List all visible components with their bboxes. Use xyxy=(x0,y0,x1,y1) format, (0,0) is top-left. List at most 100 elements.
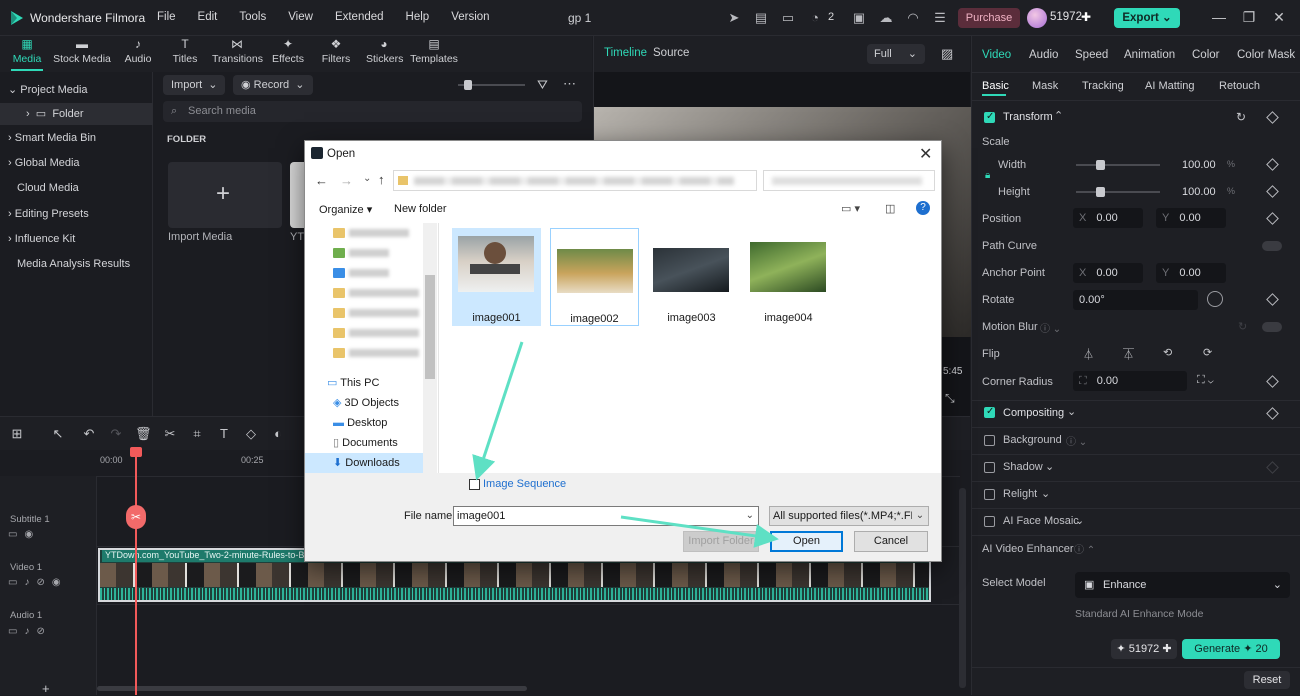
tab-audio[interactable]: ♪ Audio xyxy=(123,38,153,66)
tab-speed[interactable]: Speed xyxy=(1075,49,1108,61)
generate-button[interactable]: Generate ✦ 20 xyxy=(1182,639,1280,659)
height-slider[interactable] xyxy=(1076,187,1160,197)
menu-help[interactable]: Help xyxy=(406,11,430,23)
tab-color[interactable]: Color xyxy=(1192,49,1219,61)
keyframe-icon[interactable] xyxy=(1266,158,1279,171)
tree-item-folder[interactable]: › ▭ Folder xyxy=(0,103,153,125)
avatar[interactable] xyxy=(1027,8,1047,28)
view-options-icon[interactable]: ▭ ▾ xyxy=(841,202,860,215)
motion-blur-toggle[interactable] xyxy=(1262,322,1282,332)
nav-item-documents[interactable]: ▯ Documents xyxy=(305,433,423,453)
tree-item-cloud-media[interactable]: Cloud Media xyxy=(0,177,153,199)
cut-icon[interactable]: ✂ xyxy=(162,426,178,442)
tab-titles[interactable]: T Titles xyxy=(170,38,200,66)
tab-source[interactable]: Source xyxy=(653,47,689,59)
anchor-x-field[interactable]: X 0.00 xyxy=(1073,263,1143,283)
fullscreen-icon[interactable]: ⤡ xyxy=(945,391,955,406)
slider-knob[interactable] xyxy=(1096,187,1105,197)
background-checkbox[interactable] xyxy=(984,435,995,446)
image-sequence-label[interactable]: Image Sequence xyxy=(483,478,566,490)
keyframe-icon[interactable] xyxy=(1266,111,1279,124)
nav-item-redacted[interactable] xyxy=(305,223,423,243)
help-icon[interactable]: ⓘ ⌄ xyxy=(1066,433,1087,448)
address-bar[interactable] xyxy=(393,170,757,191)
keyframe-icon[interactable] xyxy=(1266,407,1279,420)
keyframe-icon[interactable] xyxy=(1266,293,1279,306)
relight-checkbox[interactable] xyxy=(984,489,995,500)
save-icon[interactable]: ▣ xyxy=(851,10,867,26)
cancel-button[interactable]: Cancel xyxy=(854,531,928,552)
rotate-dial-icon[interactable] xyxy=(1207,291,1223,307)
layout-icon[interactable]: ▭ xyxy=(780,10,796,26)
subtab-tracking[interactable]: Tracking xyxy=(1082,80,1124,92)
model-select[interactable]: ▣ Enhance ⌄ xyxy=(1075,572,1290,598)
up-icon[interactable]: ↑ xyxy=(378,172,385,187)
file-name-input[interactable]: image001 ⌄ xyxy=(453,506,759,526)
nav-item-redacted[interactable] xyxy=(305,323,423,343)
shape-icon[interactable]: ◇ xyxy=(243,426,259,442)
keyframe-icon[interactable] xyxy=(1266,212,1279,225)
transform-checkbox[interactable] xyxy=(984,111,995,123)
path-curve-toggle[interactable] xyxy=(1262,241,1282,251)
zoom-select[interactable]: Full ⌄ xyxy=(867,44,925,64)
maximize-icon[interactable]: ❐ xyxy=(1241,9,1257,25)
help-icon[interactable]: ⓘ ⌃ xyxy=(1074,541,1095,556)
subtab-mask[interactable]: Mask xyxy=(1032,80,1058,92)
link-icon[interactable]: 🔒︎ xyxy=(985,170,990,181)
tab-animation[interactable]: Animation xyxy=(1124,49,1175,61)
undo-icon[interactable]: ↶ xyxy=(81,426,97,442)
height-value[interactable]: 100.00 xyxy=(1182,186,1216,198)
menu-view[interactable]: View xyxy=(288,11,313,23)
nav-item-redacted[interactable] xyxy=(305,243,423,263)
add-credits-icon[interactable]: ✚ xyxy=(1081,10,1091,24)
minimize-icon[interactable]: — xyxy=(1211,9,1227,25)
tab-templates[interactable]: ▤ Templates xyxy=(410,38,458,66)
filter-icon[interactable]: ⛛ xyxy=(537,77,548,93)
tree-item-editing-presets[interactable]: › Editing Presets xyxy=(0,203,153,225)
tab-effects[interactable]: ✦ Effects xyxy=(272,38,304,66)
help-icon[interactable]: ? xyxy=(916,201,930,215)
history-icon[interactable]: ◔ xyxy=(807,10,823,26)
split-marker-icon[interactable]: ✂ xyxy=(126,505,146,529)
slider-knob[interactable] xyxy=(1096,160,1105,170)
crop-icon[interactable]: ⌗ xyxy=(189,426,205,442)
track-controls[interactable]: ▭◉ xyxy=(8,529,40,540)
send-icon[interactable]: ➤ xyxy=(726,10,742,26)
organize-button[interactable]: Organize ▾ xyxy=(319,203,372,216)
tree-item-media-analysis[interactable]: Media Analysis Results xyxy=(0,253,153,275)
nav-item-downloads[interactable]: ⬇ Downloads xyxy=(305,453,423,473)
select-tool-icon[interactable]: ↖ xyxy=(50,426,66,442)
tree-item-smart-media-bin[interactable]: › Smart Media Bin xyxy=(0,127,153,149)
slider-knob[interactable] xyxy=(464,80,472,90)
search-input[interactable]: ⌕ Search media xyxy=(163,101,582,122)
tree-item-influence-kit[interactable]: › Influence Kit xyxy=(0,228,153,250)
nav-scrollbar-thumb[interactable] xyxy=(425,275,435,379)
chevron-down-icon[interactable]: ⌄ xyxy=(1045,460,1054,473)
track-controls[interactable]: ▭♪⊘ xyxy=(8,626,52,637)
shadow-checkbox[interactable] xyxy=(984,462,995,473)
tree-item-global-media[interactable]: › Global Media xyxy=(0,152,153,174)
rotate-field[interactable]: 0.00° xyxy=(1073,290,1198,310)
file-type-select[interactable]: All supported files(*.MP4;*.FLV;* ⌄ xyxy=(769,506,929,526)
file-item-image002[interactable]: image002 xyxy=(550,228,639,326)
flip-vertical-icon[interactable]: ⏄ xyxy=(1123,346,1134,362)
menu-edit[interactable]: Edit xyxy=(198,11,218,23)
file-item-image003[interactable]: image003 xyxy=(647,228,736,326)
keyframe-icon[interactable] xyxy=(1266,375,1279,388)
text-icon[interactable]: T xyxy=(216,426,232,442)
tree-item-project-media[interactable]: ⌄ Project Media xyxy=(0,79,153,101)
reset-button[interactable]: Reset xyxy=(1244,671,1290,689)
tab-transitions[interactable]: ⋈ Transitions xyxy=(212,38,263,66)
help-icon[interactable]: ⓘ ⌄ xyxy=(1040,320,1061,335)
tab-video[interactable]: Video xyxy=(982,49,1011,61)
snapshot-icon[interactable]: ▨ xyxy=(941,46,953,62)
menu-extended[interactable]: Extended xyxy=(335,11,384,23)
grid-icon[interactable]: ⊞ xyxy=(9,426,25,442)
corner-radius-field[interactable]: ⛶ 0.00 xyxy=(1073,371,1187,391)
chevron-down-icon[interactable]: ⌄ xyxy=(746,507,754,525)
back-icon[interactable]: ← xyxy=(315,173,328,188)
chevron-down-icon[interactable]: ⌄ xyxy=(1075,514,1084,527)
close-icon[interactable]: ✕ xyxy=(919,144,932,164)
file-item-image004[interactable]: image004 xyxy=(744,228,833,326)
playhead-handle[interactable] xyxy=(130,447,142,457)
